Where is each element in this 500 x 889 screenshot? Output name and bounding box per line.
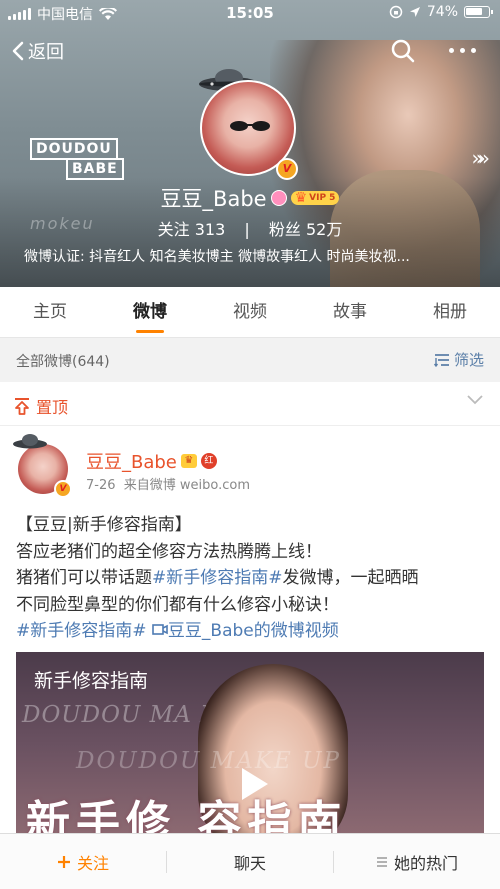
post-text-span: 猪猪们可以带话题	[16, 568, 152, 588]
post-line: 不同脸型鼻型的你们都有什么修容小秘诀！	[16, 594, 339, 615]
pin-top-icon	[15, 398, 29, 415]
video-caption: 新手修 容指南	[26, 797, 348, 836]
crown-badge-icon: ♛	[180, 454, 197, 468]
chat-label: 聊天	[233, 853, 266, 873]
red-badge-icon: 红	[200, 453, 217, 469]
post-line: 答应老猪们的超全修容方法热腾腾上线！	[16, 541, 322, 562]
post-line: 【豆豆|新手修容指南】	[16, 515, 192, 535]
pinned-bar[interactable]: 置顶	[0, 382, 500, 426]
post-source: 来自微博 weibo.com	[123, 478, 251, 493]
follow-label: 关注	[76, 853, 109, 873]
search-icon[interactable]	[390, 38, 416, 64]
battery-percent: 74%	[426, 4, 458, 20]
menu-icon	[376, 856, 387, 867]
location-icon	[409, 7, 420, 17]
hot-posts-button[interactable]: 她的热门	[334, 850, 500, 874]
brand-logo: DOUDOU BABE	[30, 138, 124, 180]
chat-button[interactable]: 聊天	[167, 850, 333, 874]
tab-home[interactable]: 主页	[0, 287, 100, 337]
tab-album[interactable]: 相册	[400, 287, 500, 337]
post-date: 7-26	[86, 478, 116, 493]
plus-icon	[57, 855, 70, 868]
followers-label: 粉丝	[268, 220, 301, 239]
post-line: #新手修容指南# 豆豆_Babe的微博视频	[16, 618, 486, 645]
post-author-row: 豆豆_Babe ♛ 红	[86, 448, 217, 474]
crown-icon: ♛	[294, 190, 308, 206]
video-title: 新手修容指南	[34, 670, 149, 692]
profile-page: 中国电信 15:05 74% 返回 DOUDOU BABE mokeu V »»…	[0, 0, 500, 889]
follow-stats: 关注 313 | 粉丝 52万	[0, 216, 500, 240]
profile-banner: 中国电信 15:05 74% 返回 DOUDOU BABE mokeu V »»…	[0, 0, 500, 287]
tab-story[interactable]: 故事	[300, 287, 400, 337]
verified-badge-icon: V	[276, 158, 298, 180]
video-link-icon	[152, 624, 168, 635]
bottom-action-bar: 关注 聊天 她的热门	[0, 833, 500, 889]
brand-logo-line1: DOUDOU	[30, 138, 118, 160]
profile-avatar[interactable]: V	[199, 69, 300, 180]
profile-name-row: 豆豆_Babe ♛ VIP 5	[0, 183, 500, 213]
vip-level: VIP 5	[309, 193, 336, 203]
followers-stat[interactable]: 粉丝 52万	[269, 220, 342, 239]
back-button[interactable]: 返回	[12, 38, 64, 64]
post-card: V 豆豆_Babe ♛ 红 7-26 来自微博 weibo.com 【豆豆|新手…	[0, 426, 500, 836]
tab-weibo[interactable]: 微博	[100, 287, 200, 337]
following-count: 313	[194, 220, 226, 239]
profile-tabs: 主页 微博 视频 故事 相册	[0, 287, 500, 338]
hashtag-link[interactable]: #新手修容指南#	[16, 621, 147, 641]
vip-badge[interactable]: ♛ VIP 5	[290, 190, 340, 206]
filter-button[interactable]: 筛选	[433, 349, 484, 370]
feed-filter-row: 全部微博(644) 筛选	[0, 338, 500, 382]
ufo-decoration-icon	[13, 434, 47, 449]
status-bar: 中国电信 15:05 74%	[0, 0, 500, 26]
member-badge-icon[interactable]	[270, 190, 287, 206]
post-meta: 7-26 来自微博 weibo.com	[86, 474, 250, 493]
forward-arrows-icon[interactable]: »»	[472, 146, 491, 170]
verified-badge-icon: V	[54, 480, 72, 498]
profile-name: 豆豆_Babe	[160, 187, 267, 211]
filter-icon	[433, 353, 449, 367]
chevron-left-icon	[12, 41, 24, 61]
battery-icon	[464, 6, 493, 18]
more-icon[interactable]	[449, 48, 476, 53]
video-link[interactable]: 豆豆_Babe的微博视频	[152, 621, 339, 641]
hot-posts-label: 她的热门	[393, 853, 458, 873]
post-author[interactable]: 豆豆_Babe	[86, 448, 177, 474]
avatar-glasses	[230, 121, 270, 131]
play-icon[interactable]	[226, 758, 278, 810]
certification-text: 微博认证: 抖音红人 知名美妆博主 微博故事红人 时尚美妆视...	[24, 249, 410, 265]
video-link-label: 豆豆_Babe的微博视频	[167, 621, 339, 641]
brand-logo-line2: BABE	[66, 158, 124, 180]
back-label: 返回	[28, 42, 64, 63]
following-stat[interactable]: 关注 313	[158, 220, 226, 239]
post-line: 猪猪们可以带话题#新手修容指南#发微博，一起晒晒	[16, 565, 486, 592]
video-player[interactable]: DOUDOU MA KE UP DOUDOU MAKE UP 新手修容指南 新手…	[16, 652, 484, 836]
orientation-lock-icon	[389, 5, 403, 19]
pinned-label: 置顶	[36, 398, 69, 417]
follow-button[interactable]: 关注	[0, 850, 166, 874]
following-label: 关注	[157, 220, 190, 239]
hashtag-link[interactable]: #新手修容指南#	[152, 568, 283, 588]
post-text-span: 发微博，一起晒晒	[282, 568, 419, 588]
video-watermark: DOUDOU MAKE UP	[76, 748, 341, 774]
followers-count: 52万	[305, 220, 343, 239]
tab-video[interactable]: 视频	[200, 287, 300, 337]
post-text: 【豆豆|新手修容指南】 答应老猪们的超全修容方法热腾腾上线！ 猪猪们可以带话题#…	[16, 512, 486, 645]
stats-separator: |	[244, 220, 250, 239]
filter-label: 筛选	[453, 351, 484, 369]
all-posts-count: 全部微博(644)	[16, 354, 110, 370]
post-avatar[interactable]: V	[13, 434, 72, 498]
chevron-down-icon[interactable]	[466, 394, 484, 406]
